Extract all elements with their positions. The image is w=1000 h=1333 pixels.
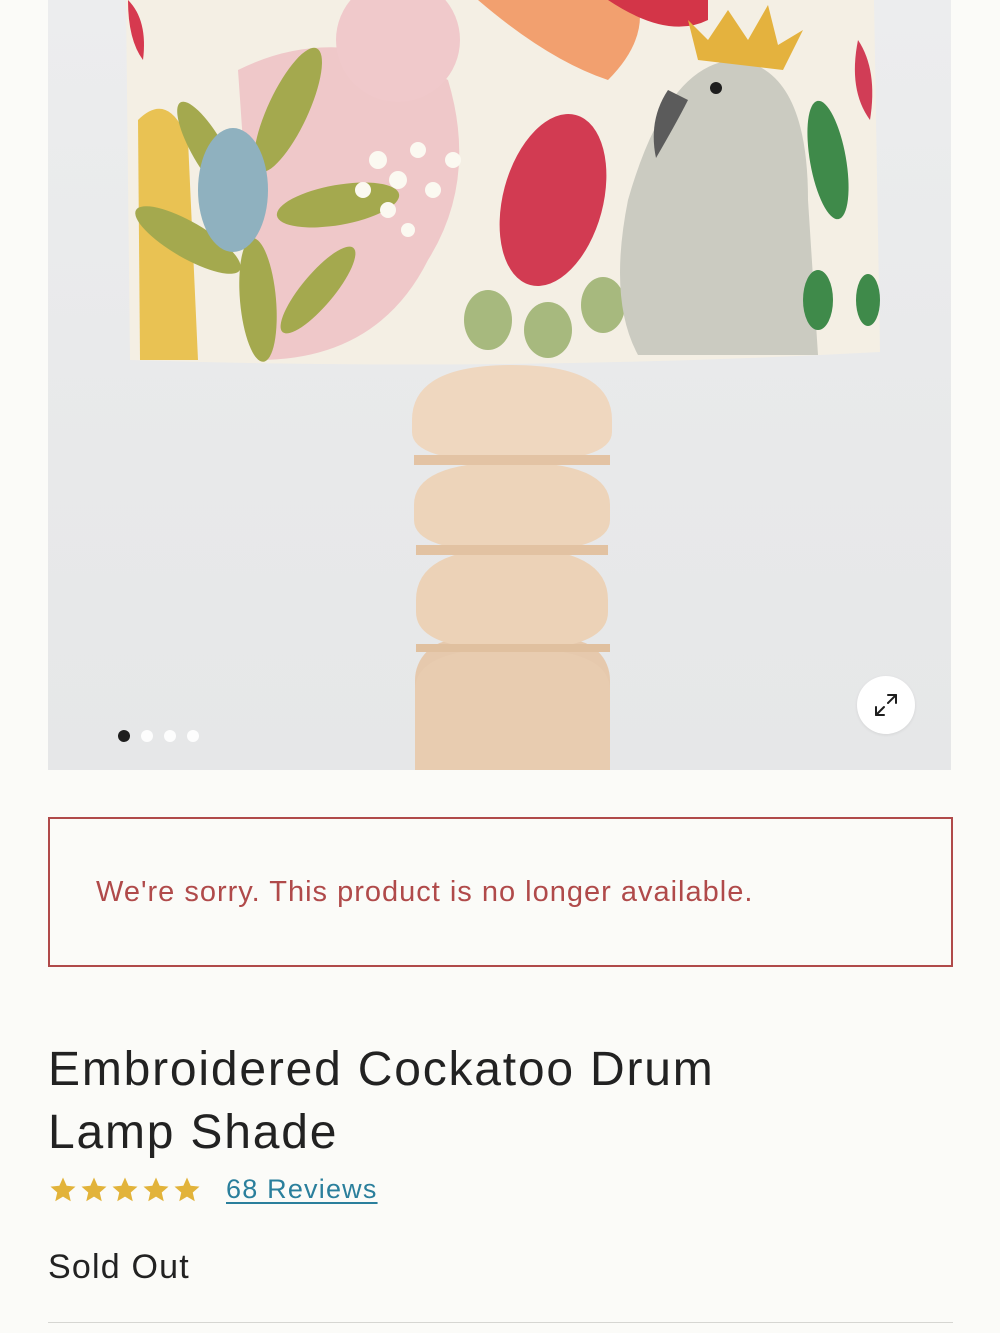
star-icon bbox=[81, 1177, 107, 1201]
star-icon bbox=[50, 1177, 76, 1201]
carousel-dot-2[interactable] bbox=[141, 730, 153, 742]
lamp-shade bbox=[126, 0, 880, 365]
star-rating bbox=[48, 1175, 202, 1205]
product-image-carousel[interactable] bbox=[48, 0, 951, 770]
carousel-dot-1[interactable] bbox=[118, 730, 130, 742]
star-icon bbox=[112, 1177, 138, 1201]
star-icon bbox=[174, 1177, 200, 1201]
carousel-dot-4[interactable] bbox=[187, 730, 199, 742]
availability-notice: We're sorry. This product is no longer a… bbox=[48, 817, 953, 967]
stock-status: Sold Out bbox=[48, 1248, 190, 1286]
carousel-dot-3[interactable] bbox=[164, 730, 176, 742]
notice-text: We're sorry. This product is no longer a… bbox=[96, 875, 754, 908]
product-rating: 68 Reviews bbox=[48, 1174, 378, 1205]
star-icon bbox=[143, 1177, 169, 1201]
product-title: Embroidered Cockatoo Drum Lamp Shade bbox=[48, 1043, 715, 1159]
carousel-pagination bbox=[118, 730, 199, 742]
reviews-link[interactable]: 68 Reviews bbox=[226, 1174, 378, 1205]
expand-image-button[interactable] bbox=[857, 676, 915, 734]
expand-arrows-icon bbox=[875, 694, 897, 716]
divider bbox=[48, 1322, 953, 1323]
lamp-base bbox=[412, 365, 612, 770]
product-image bbox=[126, 0, 880, 770]
